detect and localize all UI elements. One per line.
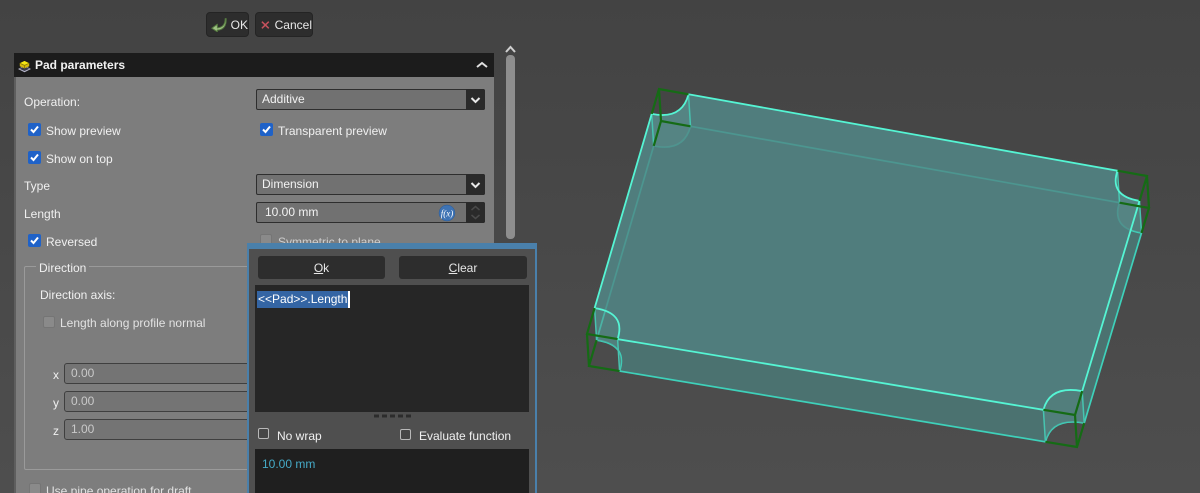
svg-text:f(x): f(x) [441,209,454,219]
